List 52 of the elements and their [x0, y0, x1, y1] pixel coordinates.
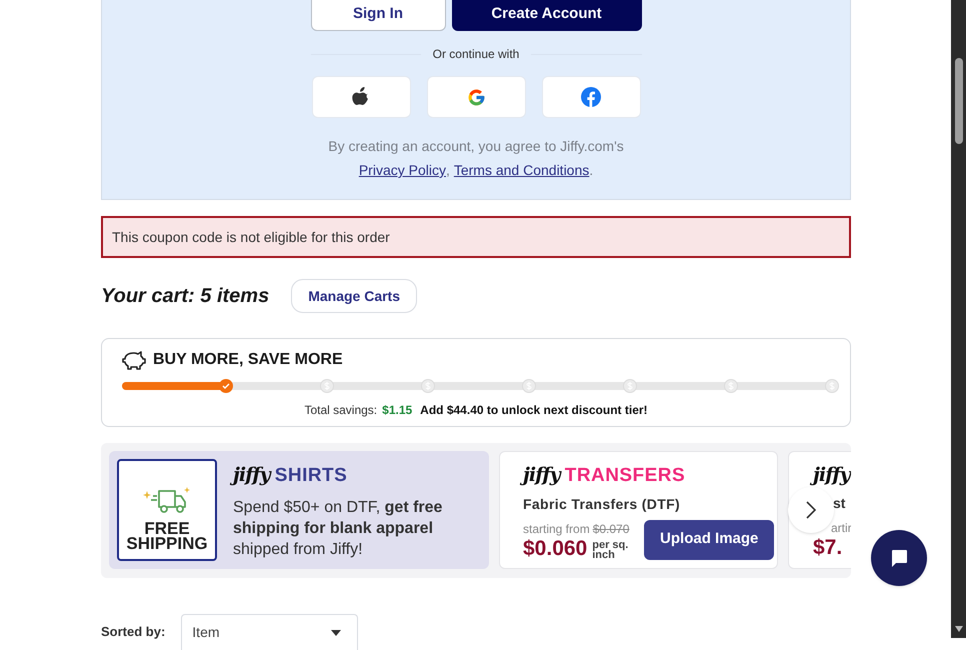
price-unit: per sq. inch — [592, 540, 630, 560]
cart-title: Your cart: 5 items — [101, 284, 270, 309]
create-account-button[interactable]: Create Account — [452, 0, 642, 31]
starting-from-label: starting from — [523, 520, 590, 538]
sort-value: Item — [192, 623, 220, 642]
google-icon — [466, 88, 486, 106]
terms-text: By creating an account, you agree to Jiffy.com's — [328, 137, 624, 156]
next-tier-message: Add $44.40 to unlock next discount tier! — [420, 402, 648, 419]
check-icon — [222, 382, 230, 390]
separator-text: , — [446, 161, 450, 180]
dollar-icon — [526, 382, 532, 390]
manage-carts-button[interactable]: Manage Carts — [291, 279, 418, 313]
sort-label: Sorted by: — [101, 623, 166, 642]
privacy-policy-link[interactable]: Privacy Policy — [358, 160, 446, 181]
product-name: Fabric Transfers (DTF) — [523, 494, 682, 514]
divider-text: Or continue with — [432, 46, 520, 63]
sort-dropdown[interactable]: Item — [181, 614, 358, 650]
price: $0.060 — [523, 538, 588, 560]
badge-text: SHIPPING — [126, 536, 208, 551]
caret-icon — [331, 630, 342, 636]
badge-text: FREE — [144, 521, 190, 536]
product-name: st — [832, 494, 846, 512]
piggy-bank-icon — [122, 350, 146, 370]
upload-image-button[interactable]: Upload Image — [644, 520, 774, 560]
old-price: $0.070 — [592, 520, 630, 538]
product-line-name: TRANSFERS — [564, 464, 686, 488]
price: $7. — [813, 536, 844, 558]
facebook-icon — [581, 87, 601, 107]
chat-button[interactable] — [871, 530, 927, 586]
dollar-icon — [324, 382, 330, 390]
coupon-error-message: This coupon code is not eligible for this order — [101, 216, 851, 258]
google-sign-in-button[interactable] — [426, 76, 526, 118]
dollar-icon — [728, 382, 734, 390]
dollar-icon — [829, 382, 835, 390]
terms-link[interactable]: Terms and Conditions — [454, 160, 590, 181]
apple-sign-in-button[interactable] — [312, 76, 410, 118]
sign-in-button[interactable]: Sign In — [310, 0, 446, 31]
product-line-name: SHIRTS — [274, 464, 348, 488]
period-text: . — [589, 161, 594, 180]
scroll-down-icon[interactable] — [955, 626, 963, 632]
scroll-thumb[interactable] — [955, 58, 963, 144]
dollar-icon — [425, 382, 431, 390]
apple-icon — [352, 87, 370, 107]
scrollbar[interactable] — [951, 0, 966, 638]
savings-amount: $1.15 — [382, 402, 412, 419]
chat-bubble-icon — [889, 548, 909, 568]
savings-label: Total savings: — [304, 402, 378, 419]
chevron-right-icon — [805, 500, 817, 520]
dollar-icon — [627, 382, 633, 390]
promo-description: Spend $50+ on DTF, get free shipping for blank apparel shipped from Jiffy! — [233, 498, 444, 560]
facebook-sign-in-button[interactable] — [542, 76, 640, 118]
savings-title: BUY MORE, SAVE MORE — [153, 350, 343, 370]
